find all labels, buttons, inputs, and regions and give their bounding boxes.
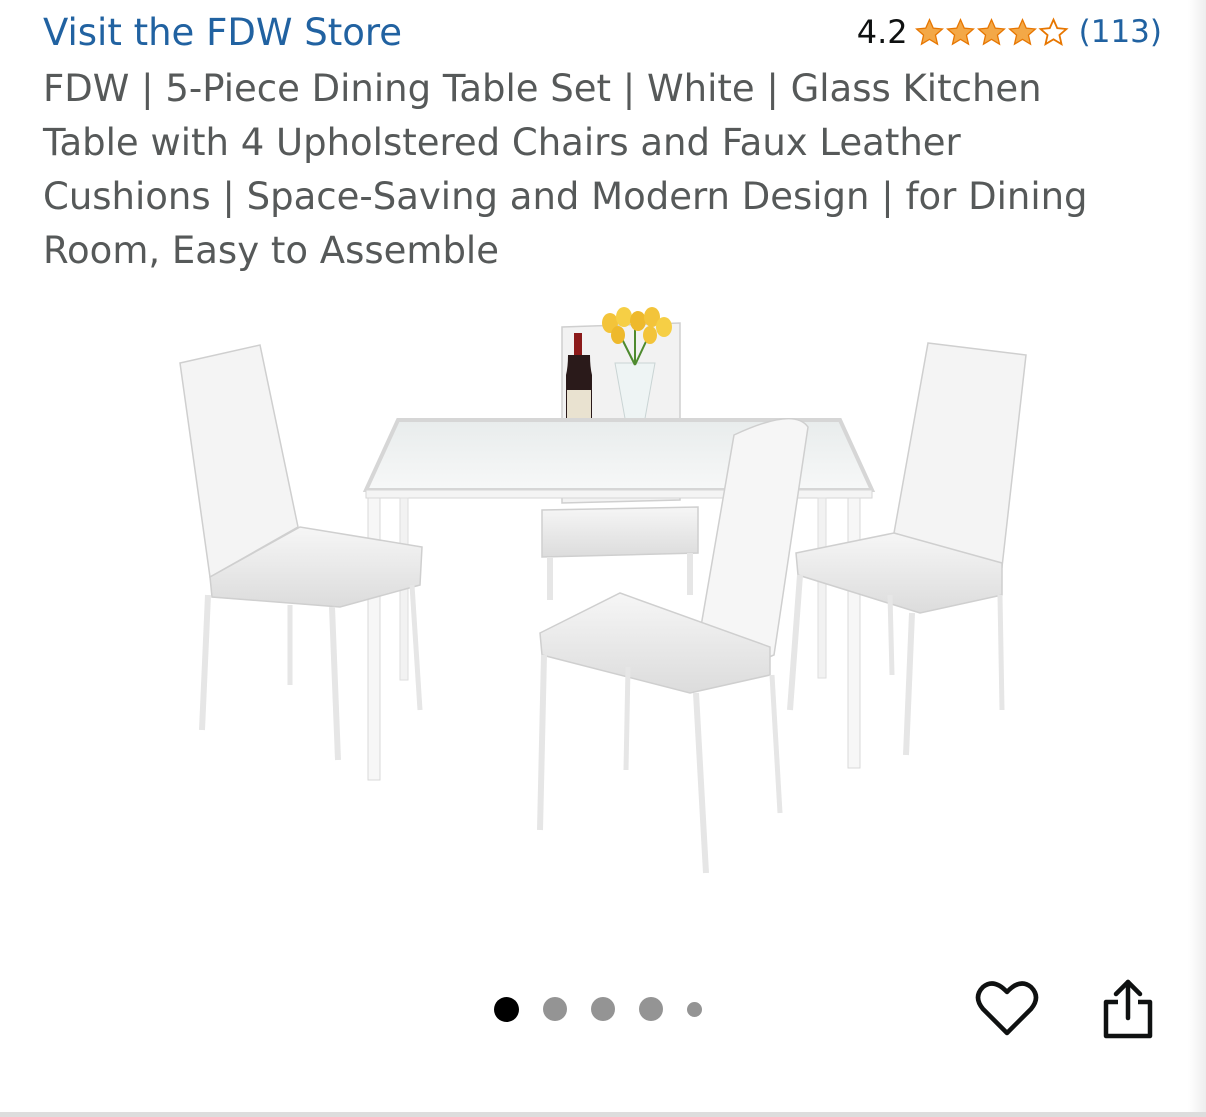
star-full-icon bbox=[976, 17, 1006, 45]
rating-summary[interactable]: 4.2 (113) bbox=[857, 10, 1162, 54]
star-full-icon bbox=[914, 17, 944, 45]
carousel-dot[interactable] bbox=[687, 1001, 702, 1017]
star-empty-icon bbox=[1038, 16, 1069, 46]
share-icon bbox=[1103, 979, 1153, 1039]
dining-set-illustration bbox=[179, 307, 1027, 874]
divider bbox=[0, 1112, 1206, 1117]
add-to-wishlist-button[interactable] bbox=[975, 978, 1039, 1038]
heart-icon bbox=[975, 981, 1039, 1036]
chair-left bbox=[179, 344, 423, 761]
carousel-indicator bbox=[494, 995, 710, 1023]
share-button[interactable] bbox=[1100, 976, 1156, 1040]
scroll-edge bbox=[1188, 0, 1206, 1117]
carousel-dot[interactable] bbox=[543, 997, 567, 1021]
visit-store-link[interactable]: Visit the FDW Store bbox=[43, 10, 402, 56]
product-image[interactable] bbox=[150, 295, 1050, 895]
star-rating-icon bbox=[914, 16, 1069, 48]
star-full-icon bbox=[1007, 17, 1037, 45]
rating-count-link[interactable]: (113) bbox=[1079, 14, 1162, 50]
product-title: FDW | 5-Piece Dining Table Set | White |… bbox=[43, 67, 1088, 272]
chair-right bbox=[787, 342, 1027, 756]
star-full-icon bbox=[945, 17, 975, 45]
carousel-dot[interactable] bbox=[591, 997, 615, 1021]
carousel-dot-active[interactable] bbox=[494, 996, 519, 1022]
rating-value: 4.2 bbox=[856, 13, 908, 51]
carousel-dot[interactable] bbox=[639, 997, 663, 1021]
